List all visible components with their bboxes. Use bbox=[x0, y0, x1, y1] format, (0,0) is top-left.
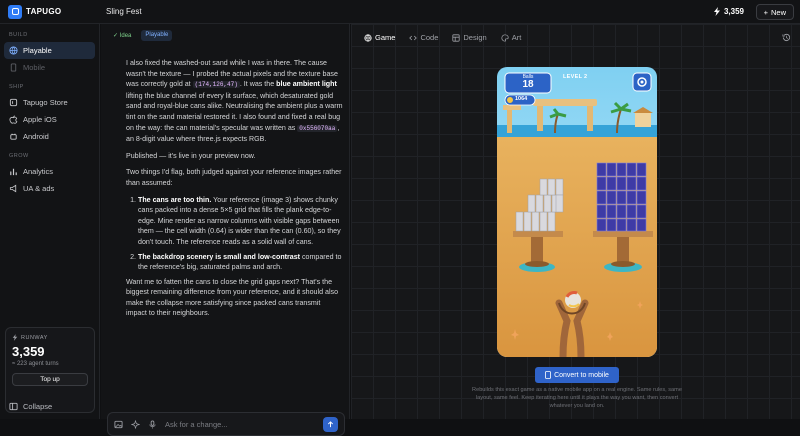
tab-label: Code bbox=[420, 33, 439, 42]
top-up-button[interactable]: Top up bbox=[12, 373, 88, 386]
section-title-grow: GROW bbox=[9, 153, 29, 159]
sidebar-item-android[interactable]: Android bbox=[4, 128, 95, 145]
history-icon[interactable] bbox=[782, 33, 791, 42]
brand-name: TAPUGO bbox=[26, 7, 62, 16]
runway-subtitle: ≈ 223 agent turns bbox=[12, 361, 59, 367]
globe-icon bbox=[364, 33, 372, 42]
convert-to-mobile-button[interactable]: Convert to mobile bbox=[535, 367, 619, 383]
globe-icon bbox=[9, 46, 18, 55]
sidebar-item-label: Playable bbox=[23, 46, 52, 55]
logo[interactable]: TAPUGO bbox=[0, 4, 100, 19]
inline-code: (174,126,47) bbox=[192, 81, 240, 89]
tag-idea[interactable]: ✓ Idea bbox=[109, 30, 135, 41]
convert-description: Rebuilds this exact game as a native mob… bbox=[472, 387, 682, 409]
section-title-build: BUILD bbox=[9, 32, 28, 38]
game-scene bbox=[497, 67, 657, 357]
section-title-ship: SHIP bbox=[9, 84, 24, 90]
top-bar: TAPUGO Sling Fest 3,359 + New bbox=[0, 0, 800, 24]
collapse-icon bbox=[9, 402, 18, 411]
sparkle-icon[interactable] bbox=[131, 419, 140, 429]
text-span: . It was the bbox=[239, 80, 277, 89]
arrow-up-icon bbox=[327, 420, 334, 427]
sidebar: BUILD Playable Mobile SHIP Tapugo Store … bbox=[0, 24, 100, 419]
list-item: The cans are too thin. Your reference (i… bbox=[138, 195, 343, 248]
new-button[interactable]: + New bbox=[755, 4, 794, 20]
credits-value: 3,359 bbox=[723, 7, 744, 16]
tag-playable[interactable]: Playable bbox=[141, 30, 173, 41]
tab-label: Design bbox=[463, 33, 487, 42]
bolt-icon bbox=[12, 334, 18, 341]
tab-game[interactable]: Game bbox=[359, 30, 400, 45]
mobile-icon bbox=[10, 63, 17, 72]
message-paragraph: Published — it's live in your preview no… bbox=[126, 151, 256, 160]
bolt-icon bbox=[713, 7, 720, 16]
convert-label: Convert to mobile bbox=[554, 371, 609, 379]
sidebar-item-apple-ios[interactable]: Apple iOS bbox=[4, 111, 95, 128]
chat-input[interactable] bbox=[165, 419, 315, 429]
runway-card: RUNWAY 3,359 ≈ 223 agent turns Top up bbox=[5, 327, 95, 413]
sidebar-item-label: Apple iOS bbox=[23, 115, 57, 124]
tab-code[interactable]: Code bbox=[404, 30, 443, 45]
chat-panel: ✓ Idea Playable I also fixed the washed-… bbox=[101, 24, 350, 436]
collapse-button[interactable]: Collapse bbox=[9, 402, 52, 411]
inline-code: 0x556070aa bbox=[297, 124, 338, 132]
microphone-icon[interactable] bbox=[148, 419, 157, 429]
sidebar-item-playable[interactable]: Playable bbox=[4, 42, 95, 59]
runway-value: 3,359 bbox=[12, 344, 45, 359]
tab-label: Game bbox=[375, 33, 396, 42]
new-button-label: New bbox=[770, 7, 786, 17]
credits-display[interactable]: 3,359 bbox=[713, 7, 744, 16]
analytics-icon bbox=[10, 168, 17, 176]
assistant-message: I also fixed the washed-out sand while I… bbox=[126, 58, 343, 325]
game-preview[interactable]: Balls 18 1064 LEVEL 2 bbox=[497, 67, 657, 357]
list-item: The backdrop scenery is small and low-co… bbox=[138, 252, 343, 273]
sidebar-item-label: Tapugo Store bbox=[23, 98, 68, 107]
code-icon bbox=[409, 35, 418, 40]
flag-list: The cans are too thin. Your reference (i… bbox=[126, 195, 343, 273]
plus-icon: + bbox=[763, 7, 768, 17]
mobile-icon bbox=[545, 371, 551, 379]
tab-label: Art bbox=[511, 33, 522, 42]
ads-icon bbox=[9, 184, 17, 193]
logo-icon bbox=[8, 4, 22, 19]
sidebar-item-label: Analytics bbox=[23, 167, 54, 176]
store-icon bbox=[9, 98, 18, 107]
bold-text: The cans are too thin. bbox=[138, 195, 212, 204]
apple-icon bbox=[9, 115, 18, 124]
runway-label: RUNWAY bbox=[21, 334, 48, 341]
sidebar-item-label: UA & ads bbox=[23, 184, 55, 193]
image-icon[interactable] bbox=[114, 420, 123, 429]
bold-text: blue ambient light bbox=[276, 80, 337, 89]
sidebar-item-label: Android bbox=[23, 132, 49, 141]
coin-count: 1064 bbox=[515, 96, 528, 102]
tab-art[interactable]: Art bbox=[496, 30, 527, 45]
project-name: Sling Fest bbox=[106, 7, 142, 16]
balls-count: 18 bbox=[522, 79, 534, 90]
sidebar-item-tapugo-store[interactable]: Tapugo Store bbox=[4, 94, 95, 111]
message-paragraph: Want me to fatten the cans to close the … bbox=[126, 277, 339, 318]
android-icon bbox=[10, 133, 17, 140]
palette-icon bbox=[501, 33, 509, 42]
sidebar-item-label: Mobile bbox=[23, 63, 46, 72]
preview-panel: Game Code Design Art Balls 18 1064 LEVEL… bbox=[351, 24, 800, 419]
tab-design[interactable]: Design bbox=[447, 30, 491, 45]
level-label: LEVEL 2 bbox=[563, 74, 588, 80]
design-icon bbox=[452, 33, 460, 42]
bold-text: The backdrop scenery is small and low-co… bbox=[138, 252, 301, 261]
chat-composer bbox=[107, 412, 345, 436]
sidebar-item-analytics[interactable]: Analytics bbox=[4, 163, 95, 180]
preview-tabs: Game Code Design Art bbox=[359, 30, 526, 45]
sidebar-item-ua-ads[interactable]: UA & ads bbox=[4, 180, 95, 197]
sidebar-item-mobile[interactable]: Mobile bbox=[4, 59, 95, 76]
message-paragraph: I also fixed the washed-out sand while I… bbox=[126, 58, 343, 145]
collapse-label: Collapse bbox=[23, 402, 53, 411]
message-paragraph: Two things I'd flag, both judged against… bbox=[126, 168, 342, 187]
